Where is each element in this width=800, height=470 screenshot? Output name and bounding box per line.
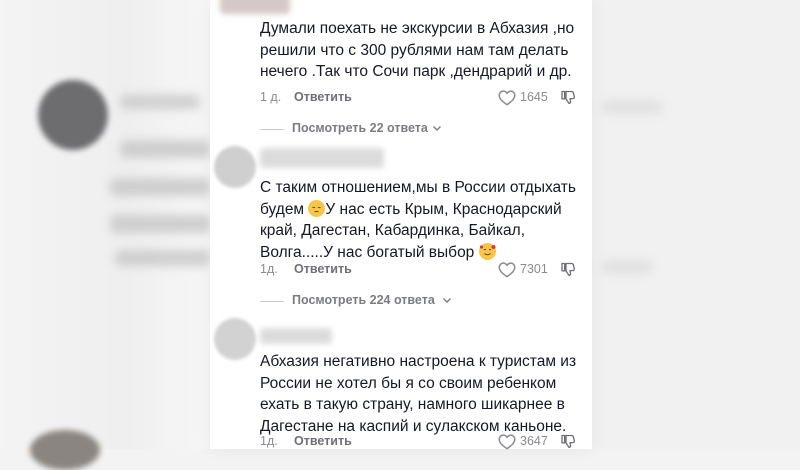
heart-outline-icon <box>498 90 516 106</box>
comment-item: Абхазия негативно настроена к туристам и… <box>210 314 592 452</box>
divider-line <box>260 301 284 302</box>
blurred-text <box>120 140 210 158</box>
blurred-avatar <box>30 430 100 470</box>
comment-meta: 1 д. Ответить 1645 <box>260 88 580 108</box>
blurred-avatar <box>38 80 108 150</box>
thumbs-down-icon <box>561 90 575 105</box>
chevron-down-icon <box>443 298 451 303</box>
username-blurred <box>260 148 384 168</box>
like-count: 1645 <box>520 90 548 104</box>
chevron-down-icon <box>433 126 441 131</box>
comment-time: 1д. <box>260 262 278 276</box>
dislike-button[interactable] <box>560 433 576 453</box>
comment-text: Думали поехать не экскурсии в Абхазия ,н… <box>260 20 575 80</box>
pensive-face-emoji-icon <box>308 199 326 217</box>
heart-outline-icon <box>498 262 516 278</box>
comment-time: 1д. <box>260 434 278 448</box>
avatar <box>214 146 256 188</box>
view-replies-label: Посмотреть 224 ответа <box>292 293 435 307</box>
blurred-text <box>120 95 200 109</box>
heart-outline-icon <box>498 434 516 450</box>
view-replies-label: Посмотреть 22 ответа <box>292 121 428 135</box>
comment-meta: 1д. Ответить 7301 <box>260 260 580 280</box>
blurred-text <box>110 178 210 196</box>
blurred-text <box>602 260 652 274</box>
comment-time: 1 д. <box>260 90 282 104</box>
reply-button[interactable]: Ответить <box>294 434 352 448</box>
smiling-face-with-hearts-emoji-icon <box>478 242 496 260</box>
reply-button[interactable]: Ответить <box>294 262 352 276</box>
username-blurred <box>260 328 332 344</box>
thumbs-down-icon <box>561 262 575 277</box>
dislike-button[interactable] <box>560 89 576 109</box>
dislike-button[interactable] <box>560 261 576 281</box>
avatar <box>214 318 256 360</box>
divider-line <box>260 129 284 130</box>
like-count: 7301 <box>520 262 548 276</box>
comment-text: С таким отношением,мы в России отдыхать … <box>260 177 580 263</box>
comment-item: С таким отношением,мы в России отдыхать … <box>210 142 592 312</box>
reply-button[interactable]: Ответить <box>294 90 352 104</box>
blurred-text <box>602 100 662 114</box>
comment-text: Абхазия негативно настроена к туристам и… <box>260 353 577 435</box>
background-left-blurred <box>0 0 210 470</box>
comments-panel: Думали поехать не экскурсии в Абхазия ,н… <box>210 0 592 452</box>
comment-meta: 1д. Ответить 3647 <box>260 432 580 452</box>
comment-item: Думали поехать не экскурсии в Абхазия ,н… <box>210 0 592 140</box>
blurred-text <box>115 250 210 266</box>
blurred-text <box>110 215 210 233</box>
background-right-blurred <box>592 0 800 449</box>
thumbs-down-icon <box>561 434 575 449</box>
like-count: 3647 <box>520 434 548 448</box>
username-blurred <box>220 0 290 14</box>
